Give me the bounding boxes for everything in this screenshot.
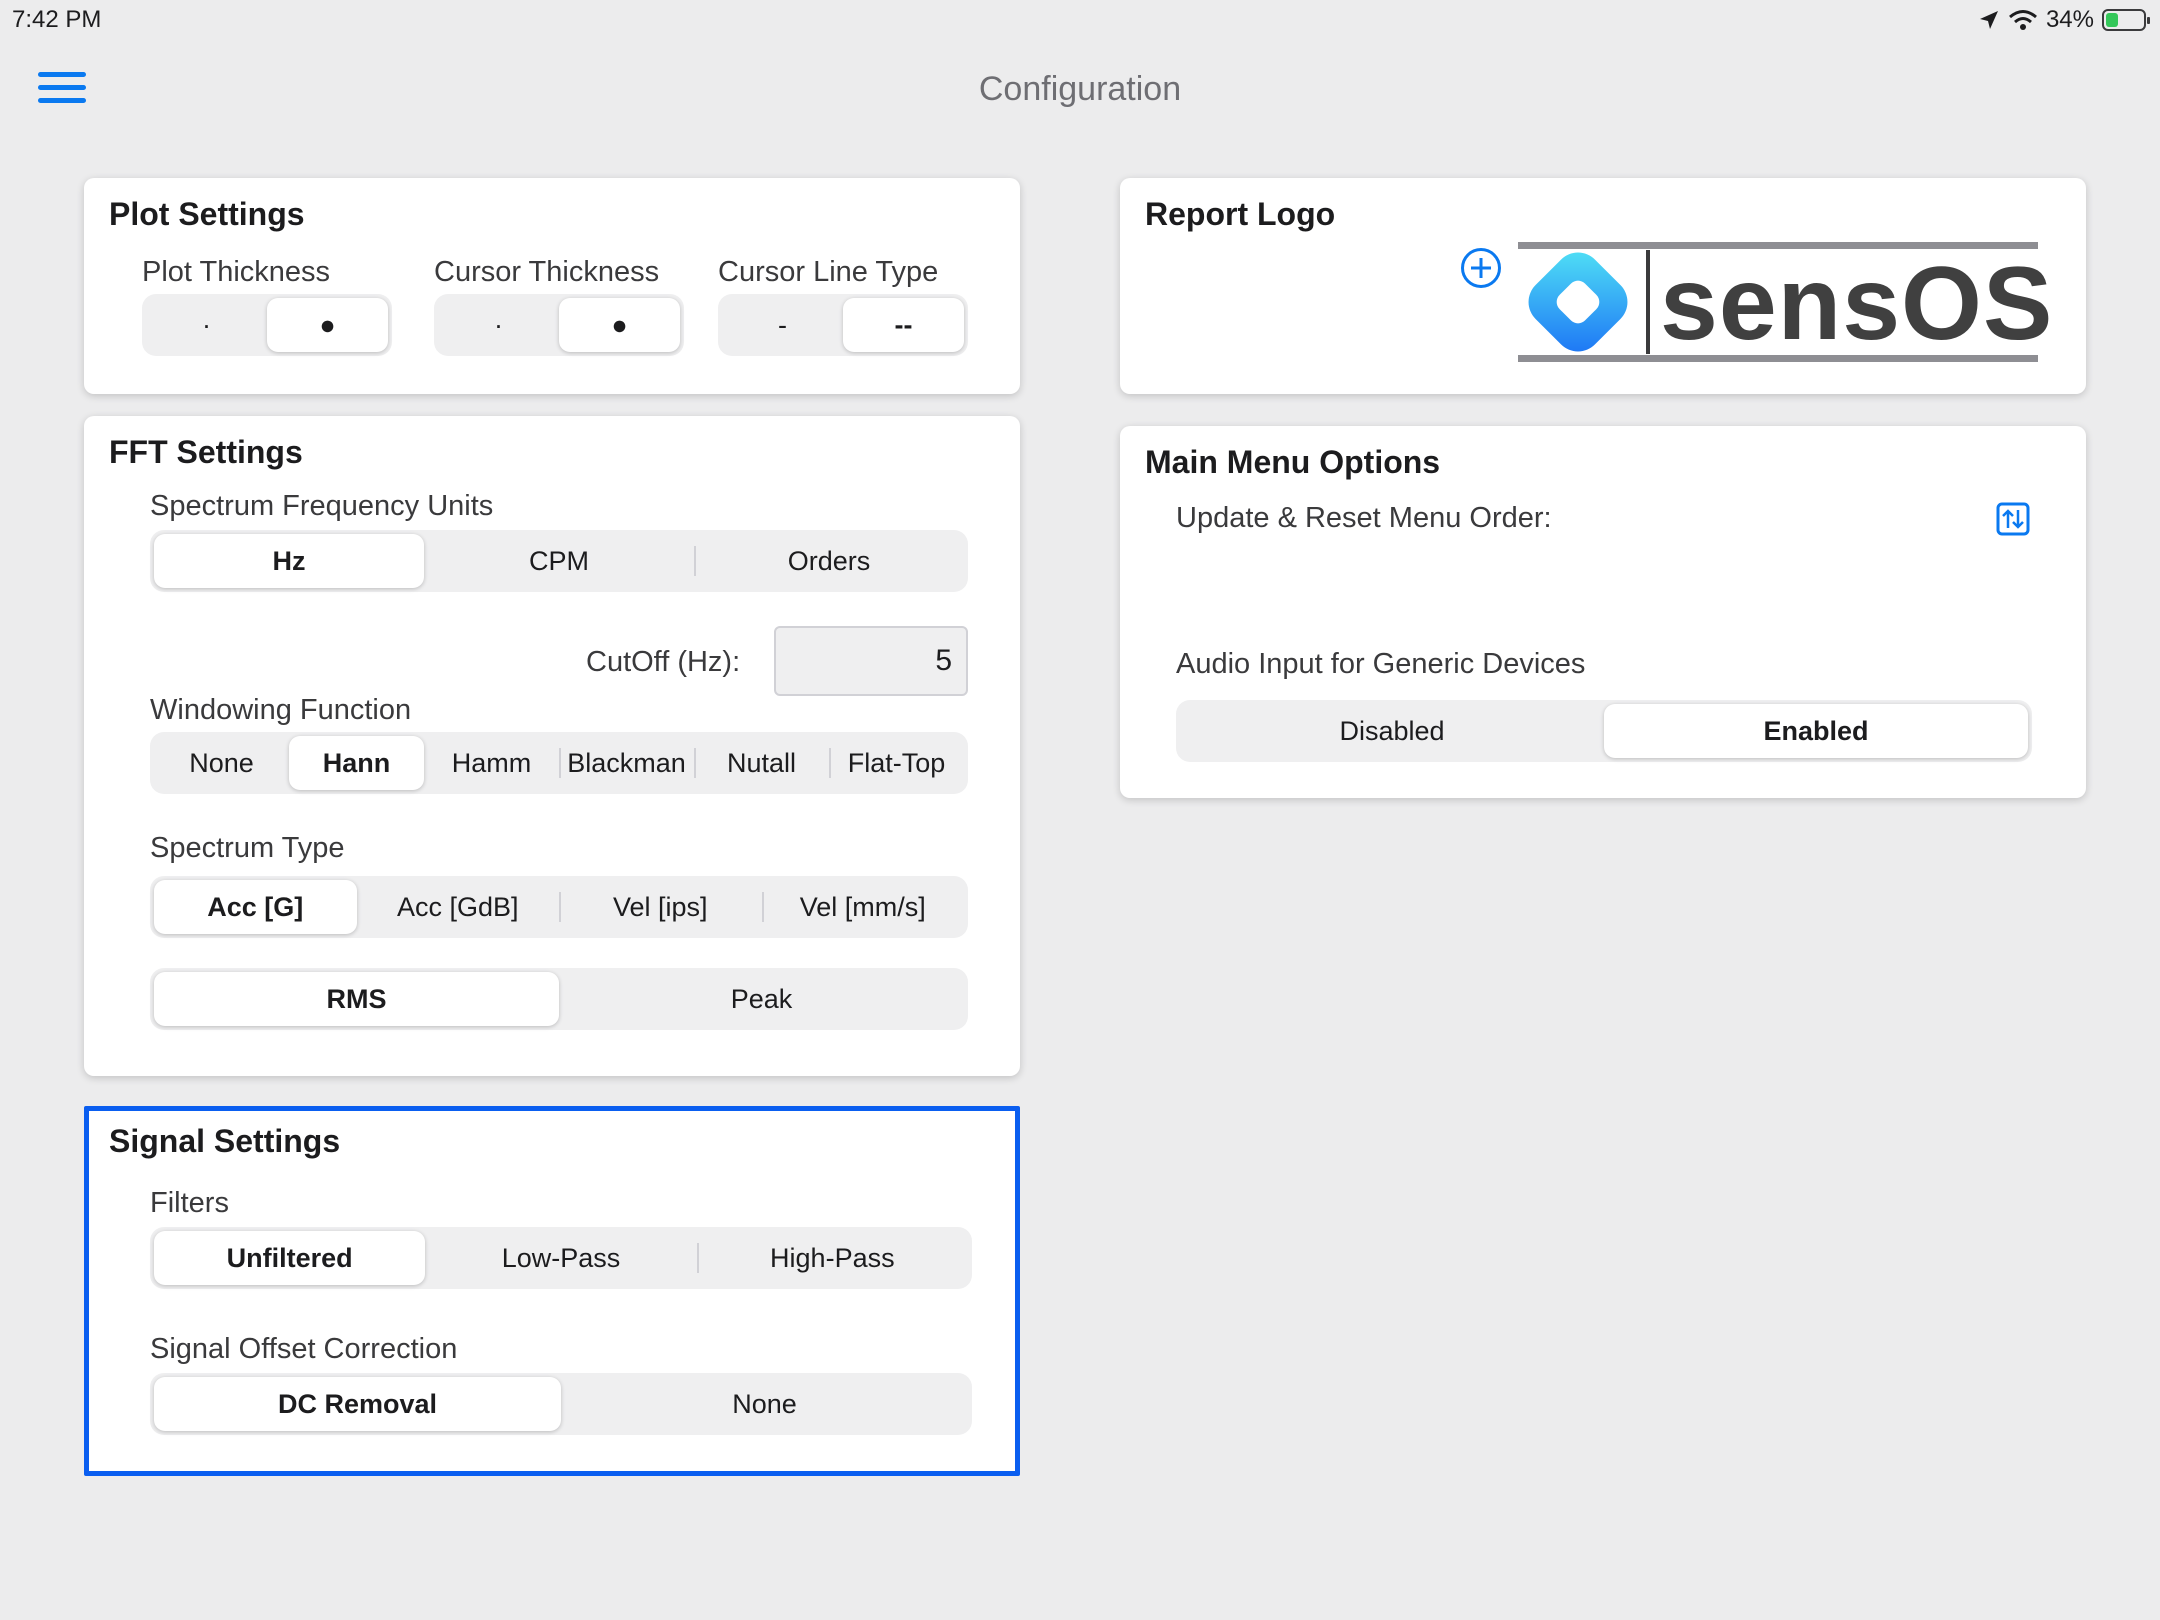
logo-bottom-bar: [1518, 355, 2038, 362]
status-time: 7:42 PM: [12, 6, 102, 33]
audio-input-label: Audio Input for Generic Devices: [1176, 648, 1586, 680]
plot-settings-card: Plot Settings Plot Thickness · ● Cursor T…: [84, 178, 1020, 394]
frequency-units-option-1[interactable]: Hz: [154, 534, 424, 588]
location-icon: [1979, 11, 1998, 29]
fft-settings-card: FFT Settings Spectrum Frequency Units Hz…: [84, 416, 1020, 1076]
spectrum-type-segmented-control: Acc [G] Acc [GdB] Vel [ips] Vel [mm/s]: [150, 876, 968, 938]
cursor-thickness-label: Cursor Thickness: [434, 256, 660, 288]
main-menu-options-card: Main Menu Options Update & Reset Menu Or…: [1120, 426, 2086, 798]
plot-thickness-option-2[interactable]: ●: [267, 298, 388, 352]
cursor-thickness-option-2[interactable]: ●: [559, 298, 680, 352]
amplitude-segmented-control: RMS Peak: [150, 968, 968, 1030]
frequency-units-label: Spectrum Frequency Units: [150, 490, 494, 522]
frequency-units-option-3[interactable]: Orders: [694, 534, 964, 588]
cutoff-label: CutOff (Hz):: [586, 646, 741, 678]
reorder-menu-label: Update & Reset Menu Order:: [1176, 502, 1552, 534]
audio-input-option-1[interactable]: Disabled: [1180, 704, 1604, 758]
main-menu-options-title: Main Menu Options: [1145, 444, 1441, 480]
plot-settings-title: Plot Settings: [109, 196, 305, 232]
page-title: Configuration: [978, 70, 1182, 108]
plot-thickness-option-1[interactable]: ·: [146, 298, 267, 352]
reorder-icon[interactable]: [1996, 502, 2030, 536]
offset-correction-option-2[interactable]: None: [561, 1377, 968, 1431]
windowing-option-6[interactable]: Flat-Top: [829, 736, 964, 790]
cursor-line-type-option-1[interactable]: -: [722, 298, 843, 352]
battery-cap: [2147, 17, 2150, 24]
frequency-units-option-2[interactable]: CPM: [424, 534, 694, 588]
filters-option-3[interactable]: High-Pass: [696, 1231, 968, 1285]
audio-input-option-2[interactable]: Enabled: [1604, 704, 2028, 758]
windowing-option-1[interactable]: None: [154, 736, 289, 790]
offset-correction-segmented-control: DC Removal None: [150, 1373, 972, 1435]
windowing-label: Windowing Function: [150, 694, 412, 726]
cursor-thickness-segmented-control: · ●: [434, 294, 684, 356]
signal-settings-title: Signal Settings: [109, 1123, 341, 1159]
status-right: 34%: [1978, 6, 2150, 34]
windowing-option-3[interactable]: Hamm: [424, 736, 559, 790]
logo-wordmark: sensOS: [1660, 246, 2054, 362]
cursor-line-type-segmented-control: - --: [718, 294, 968, 356]
status-bar: 7:42 PM 34%: [0, 0, 2160, 40]
spectrum-type-option-4[interactable]: Vel [mm/s]: [761, 880, 965, 934]
offset-correction-label: Signal Offset Correction: [150, 1333, 458, 1365]
plot-thickness-segmented-control: · ●: [142, 294, 392, 356]
report-logo-card: Report Logo sensOS: [1120, 178, 2086, 394]
windowing-option-5[interactable]: Nutall: [694, 736, 829, 790]
cursor-line-type-option-2[interactable]: --: [843, 298, 964, 352]
filters-option-2[interactable]: Low-Pass: [425, 1231, 696, 1285]
report-logo-image[interactable]: sensOS: [1518, 242, 2052, 362]
filters-segmented-control: Unfiltered Low-Pass High-Pass: [150, 1227, 972, 1289]
sensos-logo-icon: [1528, 252, 1628, 352]
cutoff-input[interactable]: [774, 626, 968, 696]
offset-correction-option-1[interactable]: DC Removal: [154, 1377, 561, 1431]
plot-thickness-label: Plot Thickness: [142, 256, 331, 288]
signal-settings-card: Signal Settings Filters Unfiltered Low-Pa…: [84, 1106, 1020, 1476]
windowing-segmented-control: None Hann Hamm Blackman Nutall Flat-Top: [150, 732, 968, 794]
add-logo-icon[interactable]: [1461, 248, 1501, 288]
spectrum-type-option-2[interactable]: Acc [GdB]: [357, 880, 560, 934]
spectrum-type-option-3[interactable]: Vel [ips]: [559, 880, 762, 934]
filters-label: Filters: [150, 1187, 229, 1219]
spectrum-type-option-1[interactable]: Acc [G]: [154, 880, 357, 934]
battery-percent: 34%: [2045, 6, 2094, 33]
wifi-icon: [2008, 10, 2037, 30]
amplitude-option-2[interactable]: Peak: [559, 972, 964, 1026]
windowing-option-4[interactable]: Blackman: [559, 736, 694, 790]
filters-option-1[interactable]: Unfiltered: [154, 1231, 426, 1285]
battery-fill: [2106, 13, 2118, 27]
cursor-thickness-option-1[interactable]: ·: [438, 298, 559, 352]
fft-settings-title: FFT Settings: [109, 434, 303, 470]
logo-divider: [1646, 250, 1650, 354]
cursor-line-type-label: Cursor Line Type: [718, 256, 939, 288]
amplitude-option-1[interactable]: RMS: [154, 972, 559, 1026]
battery-icon: [2102, 9, 2150, 31]
report-logo-title: Report Logo: [1145, 196, 1336, 232]
windowing-option-2[interactable]: Hann: [289, 736, 424, 790]
frequency-units-segmented-control: Hz CPM Orders: [150, 530, 968, 592]
audio-input-segmented-control: Disabled Enabled: [1176, 700, 2032, 762]
spectrum-type-label: Spectrum Type: [150, 832, 345, 864]
